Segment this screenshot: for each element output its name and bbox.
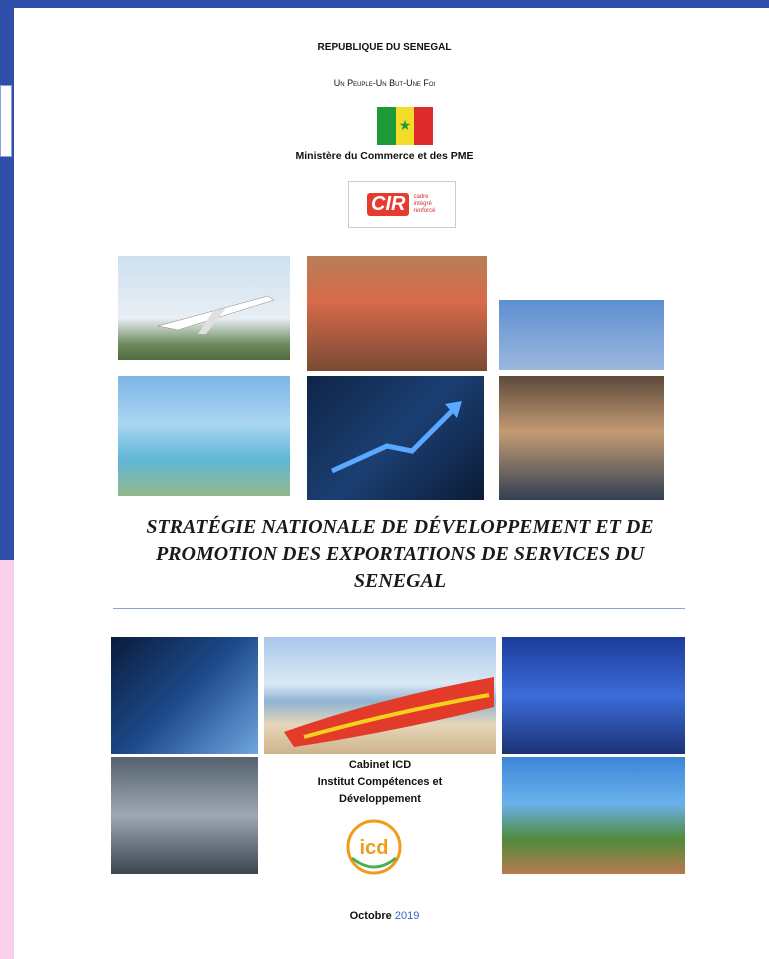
- airplane-icon: [157, 295, 275, 334]
- cir-logo: CIR cadre intégré renforcé: [348, 181, 456, 228]
- left-panel-box: [0, 85, 12, 157]
- window-top-bar: [0, 0, 769, 8]
- photo-port-cranes: [307, 256, 487, 371]
- photo-business-growth: [307, 376, 484, 500]
- author-block: Cabinet ICD Institut Compétences et Déve…: [317, 759, 443, 805]
- cir-logo-text: CIR: [367, 193, 410, 216]
- ministry-name: Ministère du Commerce et des PME: [295, 150, 474, 162]
- cir-logo-subtext: cadre intégré renforcé: [413, 194, 436, 214]
- photo-airplane: [118, 256, 290, 360]
- photo-village: [502, 757, 685, 874]
- photo-students-computers: [499, 376, 664, 500]
- date-year: 2019: [394, 910, 420, 922]
- icd-logo-text: icd: [360, 837, 389, 859]
- photo-beach-resort: [118, 376, 290, 496]
- icd-logo: icd: [346, 819, 402, 875]
- republic-heading: REPUBLIQUE DU SENEGAL: [317, 42, 452, 53]
- document-title: STRATÉGIE NATIONALE DE DÉVELOPPEMENT ET …: [146, 516, 654, 592]
- national-motto: Un Peuple-Un But-Une Foi: [333, 78, 436, 88]
- photo-brain-gears: [502, 637, 685, 754]
- title-divider: [113, 608, 685, 609]
- star-icon: ★: [398, 117, 412, 133]
- date-month: Octobre: [349, 910, 392, 922]
- photo-city-street: [499, 300, 664, 370]
- photo-lab-worker: [111, 757, 258, 874]
- photo-fishing-boats: [264, 637, 496, 754]
- left-panel-strip: [0, 560, 14, 959]
- publication-date: Octobre 2019: [0, 910, 769, 922]
- growth-arrow-icon: [330, 401, 462, 474]
- photo-hacker: [111, 637, 258, 754]
- senegal-flag-icon: ★: [377, 107, 434, 145]
